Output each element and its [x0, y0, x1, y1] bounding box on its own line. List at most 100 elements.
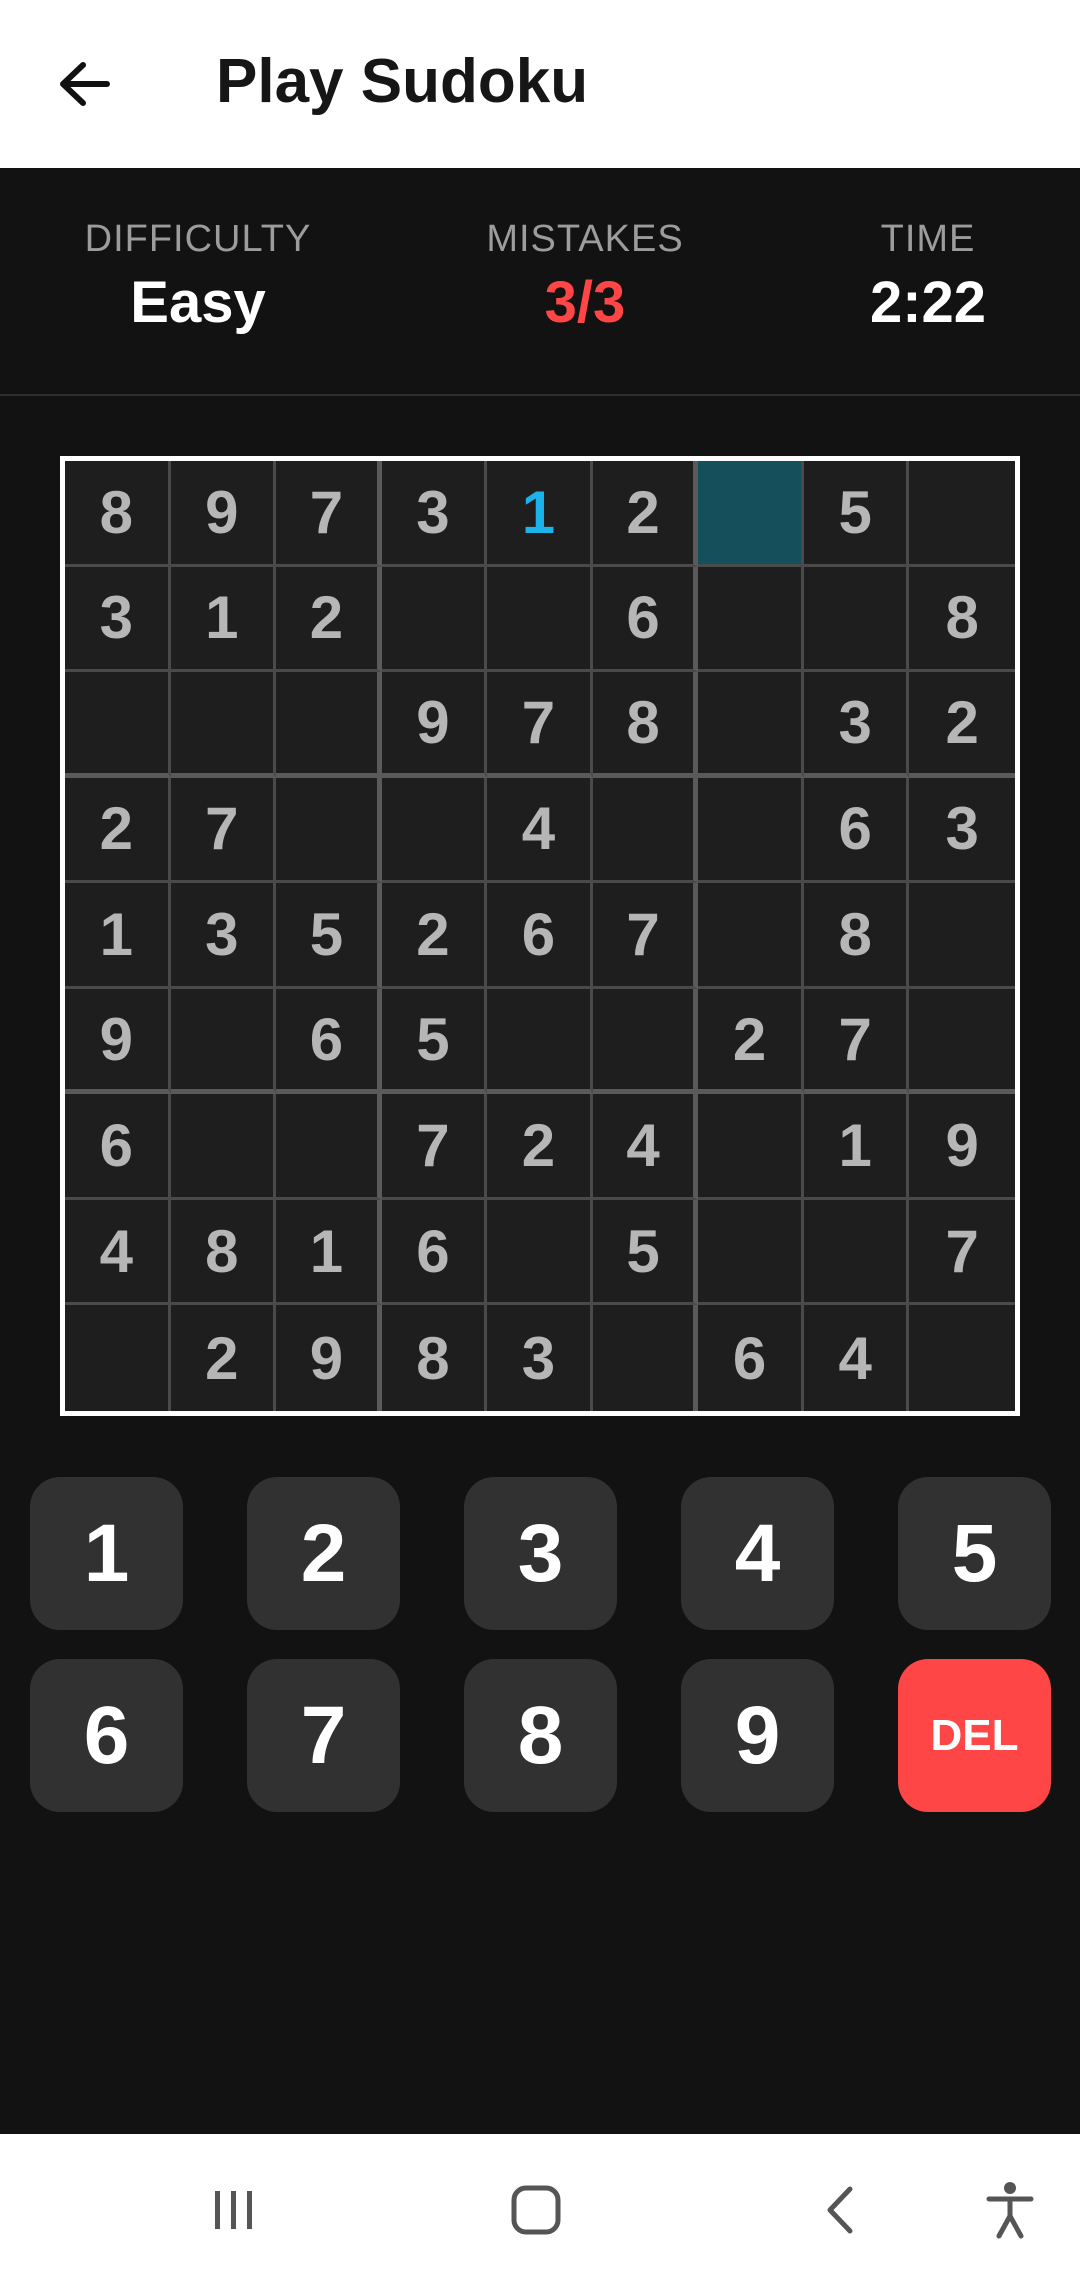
- sudoku-cell[interactable]: [487, 566, 593, 673]
- sudoku-cell[interactable]: 3: [909, 777, 1015, 884]
- number-key-6[interactable]: 6: [30, 1659, 183, 1812]
- sudoku-cell[interactable]: 7: [592, 883, 699, 989]
- time-stat: TIME 2:22: [778, 218, 1078, 336]
- sudoku-cell[interactable]: 2: [65, 777, 171, 884]
- sudoku-cell[interactable]: 8: [65, 461, 171, 567]
- number-key-5[interactable]: 5: [898, 1477, 1051, 1630]
- sudoku-cell[interactable]: 2: [170, 1305, 277, 1411]
- sudoku-cell[interactable]: [276, 1094, 382, 1200]
- mistakes-value: 3/3: [544, 270, 626, 335]
- sudoku-cell[interactable]: 9: [909, 1094, 1015, 1200]
- sudoku-cell[interactable]: [909, 1305, 1015, 1411]
- sudoku-cell[interactable]: [698, 777, 804, 884]
- sudoku-cell[interactable]: [698, 883, 804, 989]
- sudoku-cell[interactable]: 5: [276, 883, 382, 989]
- sudoku-cell[interactable]: 6: [381, 1199, 488, 1306]
- sudoku-cell[interactable]: 5: [803, 461, 910, 567]
- sudoku-cell[interactable]: [65, 1305, 171, 1411]
- sudoku-cell[interactable]: [803, 566, 910, 673]
- sudoku-cell[interactable]: 3: [803, 672, 910, 778]
- sudoku-cell[interactable]: [592, 1305, 699, 1411]
- sudoku-cell[interactable]: 3: [487, 1305, 593, 1411]
- number-key-8[interactable]: 8: [464, 1659, 617, 1812]
- sudoku-cell[interactable]: 7: [803, 988, 910, 1095]
- sudoku-cell[interactable]: 5: [381, 988, 488, 1095]
- sudoku-cell[interactable]: [276, 777, 382, 884]
- sudoku-cell[interactable]: 3: [381, 461, 488, 567]
- recents-button[interactable]: [194, 2170, 274, 2250]
- number-key-9[interactable]: 9: [681, 1659, 834, 1812]
- sudoku-cell[interactable]: [592, 777, 699, 884]
- sudoku-cell[interactable]: 9: [381, 672, 488, 778]
- sudoku-cell[interactable]: 2: [909, 672, 1015, 778]
- sudoku-cell[interactable]: 9: [276, 1305, 382, 1411]
- number-key-7[interactable]: 7: [247, 1659, 400, 1812]
- sudoku-cell[interactable]: 2: [592, 461, 699, 567]
- sudoku-cell[interactable]: 3: [65, 566, 171, 673]
- sudoku-cell[interactable]: 1: [803, 1094, 910, 1200]
- sudoku-cell[interactable]: 6: [276, 988, 382, 1095]
- sudoku-cell[interactable]: 2: [381, 883, 488, 989]
- sudoku-cell[interactable]: [170, 672, 277, 778]
- sudoku-cell[interactable]: 1: [276, 1199, 382, 1306]
- sudoku-cell[interactable]: [909, 461, 1015, 567]
- sudoku-cell[interactable]: 2: [698, 988, 804, 1095]
- home-button[interactable]: [496, 2170, 576, 2250]
- sudoku-cell[interactable]: 9: [65, 988, 171, 1095]
- sudoku-cell[interactable]: 8: [803, 883, 910, 989]
- sudoku-cell[interactable]: 4: [65, 1199, 171, 1306]
- sudoku-cell[interactable]: 4: [487, 777, 593, 884]
- sudoku-cell[interactable]: 6: [65, 1094, 171, 1200]
- number-key-4[interactable]: 4: [681, 1477, 834, 1630]
- sudoku-cell[interactable]: 4: [803, 1305, 910, 1411]
- sudoku-cell[interactable]: 8: [909, 566, 1015, 673]
- number-key-2[interactable]: 2: [247, 1477, 400, 1630]
- sudoku-cell[interactable]: 7: [276, 461, 382, 567]
- sudoku-cell[interactable]: 1: [487, 461, 593, 567]
- sudoku-cell[interactable]: 7: [381, 1094, 488, 1200]
- number-key-3[interactable]: 3: [464, 1477, 617, 1630]
- sudoku-cell[interactable]: 5: [592, 1199, 699, 1306]
- sudoku-cell[interactable]: [698, 1199, 804, 1306]
- back-button[interactable]: [44, 44, 124, 124]
- sudoku-cell[interactable]: [592, 988, 699, 1095]
- sudoku-cell[interactable]: [909, 883, 1015, 989]
- sudoku-cell[interactable]: [170, 988, 277, 1095]
- sudoku-cell[interactable]: 2: [487, 1094, 593, 1200]
- sudoku-cell[interactable]: [487, 1199, 593, 1306]
- accessibility-button[interactable]: [970, 2170, 1050, 2250]
- sudoku-cell[interactable]: 9: [170, 461, 277, 567]
- sudoku-cell[interactable]: 7: [170, 777, 277, 884]
- sudoku-cell[interactable]: [381, 566, 488, 673]
- sudoku-cell[interactable]: [381, 777, 488, 884]
- difficulty-value: Easy: [130, 270, 266, 335]
- sudoku-cell[interactable]: 8: [170, 1199, 277, 1306]
- sudoku-cell[interactable]: 6: [592, 566, 699, 673]
- sudoku-cell[interactable]: 4: [592, 1094, 699, 1200]
- sudoku-cell[interactable]: [170, 1094, 277, 1200]
- sudoku-cell[interactable]: 2: [276, 566, 382, 673]
- sudoku-cell[interactable]: 3: [170, 883, 277, 989]
- sudoku-cell[interactable]: [698, 1094, 804, 1200]
- system-back-button[interactable]: [800, 2170, 880, 2250]
- number-key-1[interactable]: 1: [30, 1477, 183, 1630]
- sudoku-cell[interactable]: [698, 672, 804, 778]
- sudoku-cell[interactable]: 7: [909, 1199, 1015, 1306]
- sudoku-cell[interactable]: [487, 988, 593, 1095]
- sudoku-cell[interactable]: [803, 1199, 910, 1306]
- sudoku-cell[interactable]: [65, 672, 171, 778]
- sudoku-cell[interactable]: 7: [487, 672, 593, 778]
- sudoku-cell[interactable]: 8: [381, 1305, 488, 1411]
- difficulty-label: DIFFICULTY: [84, 218, 312, 260]
- sudoku-cell[interactable]: [698, 566, 804, 673]
- sudoku-cell[interactable]: [698, 461, 804, 567]
- sudoku-cell[interactable]: 6: [803, 777, 910, 884]
- sudoku-cell[interactable]: [276, 672, 382, 778]
- sudoku-cell[interactable]: [909, 988, 1015, 1095]
- sudoku-cell[interactable]: 6: [487, 883, 593, 989]
- sudoku-cell[interactable]: 1: [65, 883, 171, 989]
- delete-button[interactable]: DEL: [898, 1659, 1051, 1812]
- sudoku-cell[interactable]: 1: [170, 566, 277, 673]
- sudoku-cell[interactable]: 6: [698, 1305, 804, 1411]
- sudoku-cell[interactable]: 8: [592, 672, 699, 778]
